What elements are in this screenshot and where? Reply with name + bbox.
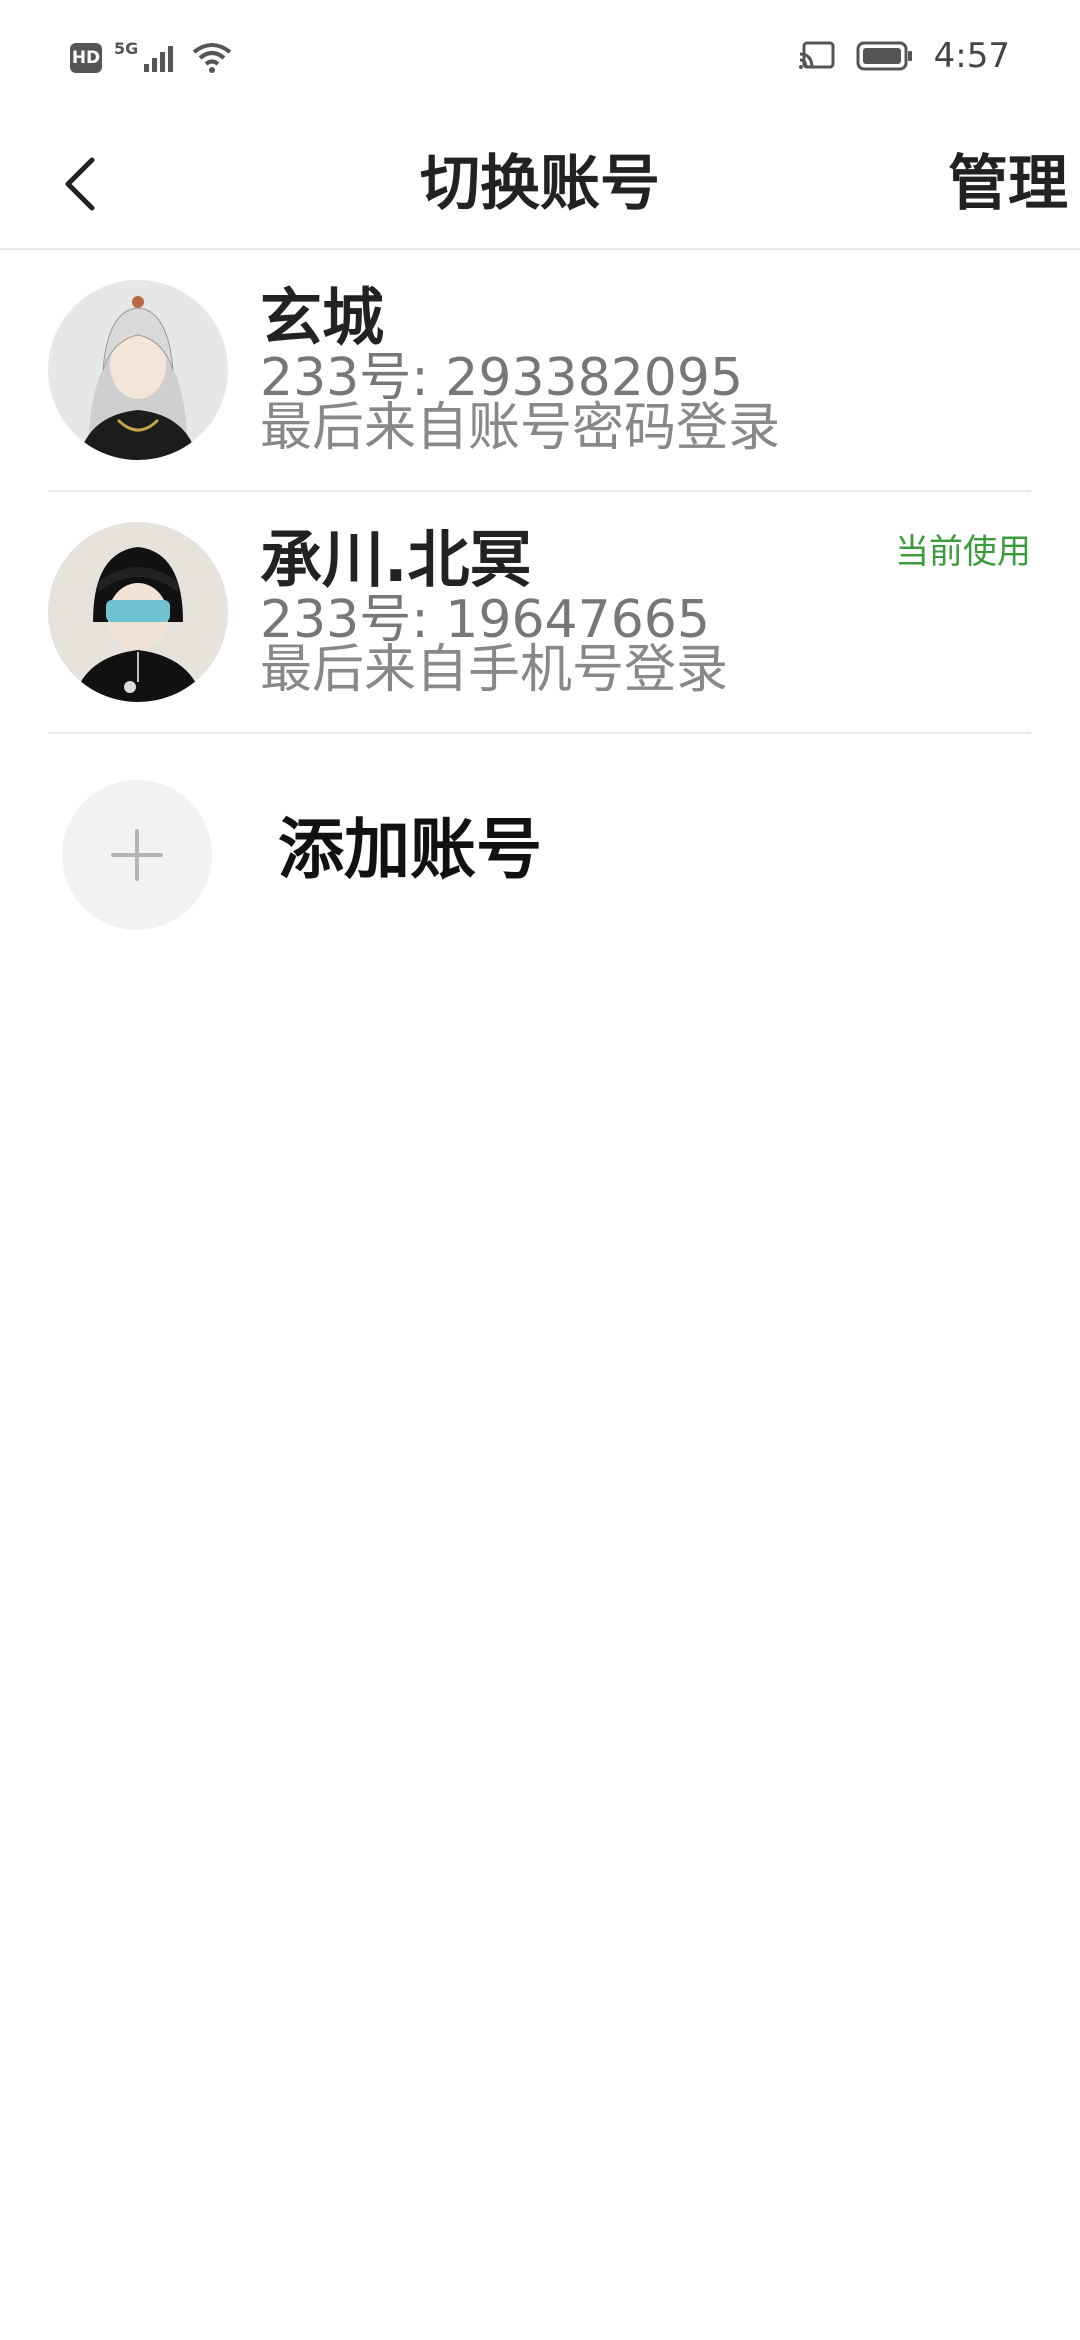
divider: [48, 732, 1031, 734]
current-account-badge: 当前使用: [895, 532, 1031, 572]
cast-icon: [798, 41, 835, 69]
hd-badge: HD: [70, 43, 102, 73]
add-account-circle: [62, 780, 212, 930]
manage-button[interactable]: 管理: [948, 120, 1068, 248]
status-bar: HD 5G 4:57: [0, 0, 1080, 120]
plus-icon: [111, 829, 163, 881]
battery-icon: [856, 41, 912, 71]
status-right: 4:57: [798, 36, 1010, 76]
account-login-method: 最后来自账号密码登录: [260, 398, 781, 458]
wifi-icon: [193, 43, 232, 73]
status-left: HD 5G: [70, 38, 232, 74]
network-type-label: 5G: [114, 38, 139, 58]
back-arrow-icon: [65, 157, 95, 211]
nav-header: 切换账号 管理: [0, 120, 1080, 250]
avatar: [48, 522, 228, 702]
account-row[interactable]: 承川.北冥 233号: 19647665 最后来自手机号登录 当前使用: [48, 492, 1031, 734]
back-button[interactable]: [50, 144, 110, 224]
add-account-label: 添加账号: [278, 811, 542, 888]
status-time: 4:57: [933, 36, 1010, 76]
account-login-method: 最后来自手机号登录: [260, 640, 729, 700]
account-name: 承川.北冥: [260, 523, 532, 596]
signal-icon: [144, 46, 174, 72]
account-name: 玄城: [260, 281, 385, 354]
add-account-button[interactable]: 添加账号: [48, 760, 1031, 930]
avatar: [48, 280, 228, 460]
page-title: 切换账号: [420, 149, 660, 219]
account-row[interactable]: 玄城 233号: 293382095 最后来自账号密码登录: [48, 250, 1031, 492]
